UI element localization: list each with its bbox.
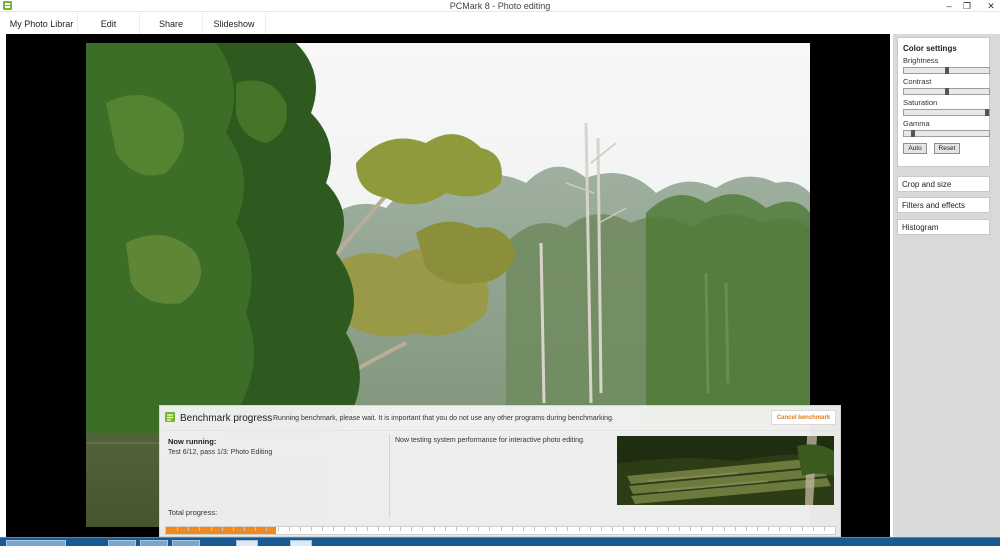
histogram-section[interactable]: Histogram xyxy=(897,219,990,235)
title-bar: PCMark 8 - Photo editing – ❐ ✕ xyxy=(0,0,1000,12)
reset-button[interactable]: Reset xyxy=(934,143,960,154)
taskbar-item[interactable] xyxy=(6,540,66,546)
brightness-slider[interactable] xyxy=(903,67,990,74)
menu-edit[interactable]: Edit xyxy=(78,13,140,34)
total-progress-bar xyxy=(165,526,836,535)
menu-share[interactable]: Share xyxy=(140,13,203,34)
close-button[interactable]: ✕ xyxy=(984,0,998,12)
pcmark-logo-icon xyxy=(165,412,175,422)
auto-button[interactable]: Auto xyxy=(903,143,927,154)
header-divider xyxy=(162,430,838,431)
contrast-label: Contrast xyxy=(903,77,932,86)
taskbar-item[interactable] xyxy=(172,540,200,546)
total-progress-label: Total progress: xyxy=(168,508,218,517)
color-settings-title: Color settings xyxy=(903,44,957,53)
color-buttons-row: Auto Reset xyxy=(898,143,989,159)
filters-and-effects-section[interactable]: Filters and effects xyxy=(897,197,990,213)
cancel-benchmark-button[interactable]: Cancel benchmark xyxy=(771,410,836,425)
brightness-label: Brightness xyxy=(903,56,939,65)
now-running-value: Test 6/12, pass 1/3: Photo Editing xyxy=(168,449,273,456)
contrast-slider[interactable] xyxy=(903,88,990,95)
column-divider xyxy=(389,434,390,518)
restore-button[interactable]: ❐ xyxy=(960,0,974,12)
progress-ticks xyxy=(177,527,825,531)
gamma-slider[interactable] xyxy=(903,130,990,137)
menu-slideshow[interactable]: Slideshow xyxy=(203,13,266,34)
saturation-label: Saturation xyxy=(903,98,938,107)
saturation-slider[interactable] xyxy=(903,109,990,116)
test-thumbnail-image xyxy=(617,436,834,505)
menu-bar: My Photo Librar Edit Share Slideshow xyxy=(0,13,1000,34)
taskbar-item[interactable] xyxy=(290,540,312,546)
benchmark-progress-dialog: Benchmark progress Running benchmark, pl… xyxy=(159,405,841,537)
test-description: Now testing system performance for inter… xyxy=(395,437,585,444)
menu-my-photo-library[interactable]: My Photo Librar xyxy=(6,13,78,34)
crop-and-size-section[interactable]: Crop and size xyxy=(897,176,990,192)
benchmark-title: Benchmark progress xyxy=(180,413,273,424)
gamma-slider-knob[interactable] xyxy=(910,130,915,137)
saturation-slider-knob[interactable] xyxy=(985,109,989,116)
window-title: PCMark 8 - Photo editing xyxy=(449,1,551,11)
taskbar xyxy=(0,537,1000,546)
ruins-thumbnail xyxy=(617,436,834,505)
minimize-button[interactable]: – xyxy=(942,0,956,12)
now-running-label: Now running: xyxy=(168,437,217,446)
gamma-label: Gamma xyxy=(903,119,930,128)
benchmark-message: Running benchmark, please wait. It is im… xyxy=(273,415,614,422)
color-settings-card: Color settings Brightness Contrast Satur… xyxy=(897,37,990,167)
taskbar-item[interactable] xyxy=(140,540,168,546)
contrast-slider-knob[interactable] xyxy=(944,88,949,95)
taskbar-item-active[interactable] xyxy=(236,540,258,546)
brightness-slider-knob[interactable] xyxy=(944,67,949,74)
settings-panel: Color settings Brightness Contrast Satur… xyxy=(893,34,1000,537)
taskbar-item[interactable] xyxy=(108,540,136,546)
